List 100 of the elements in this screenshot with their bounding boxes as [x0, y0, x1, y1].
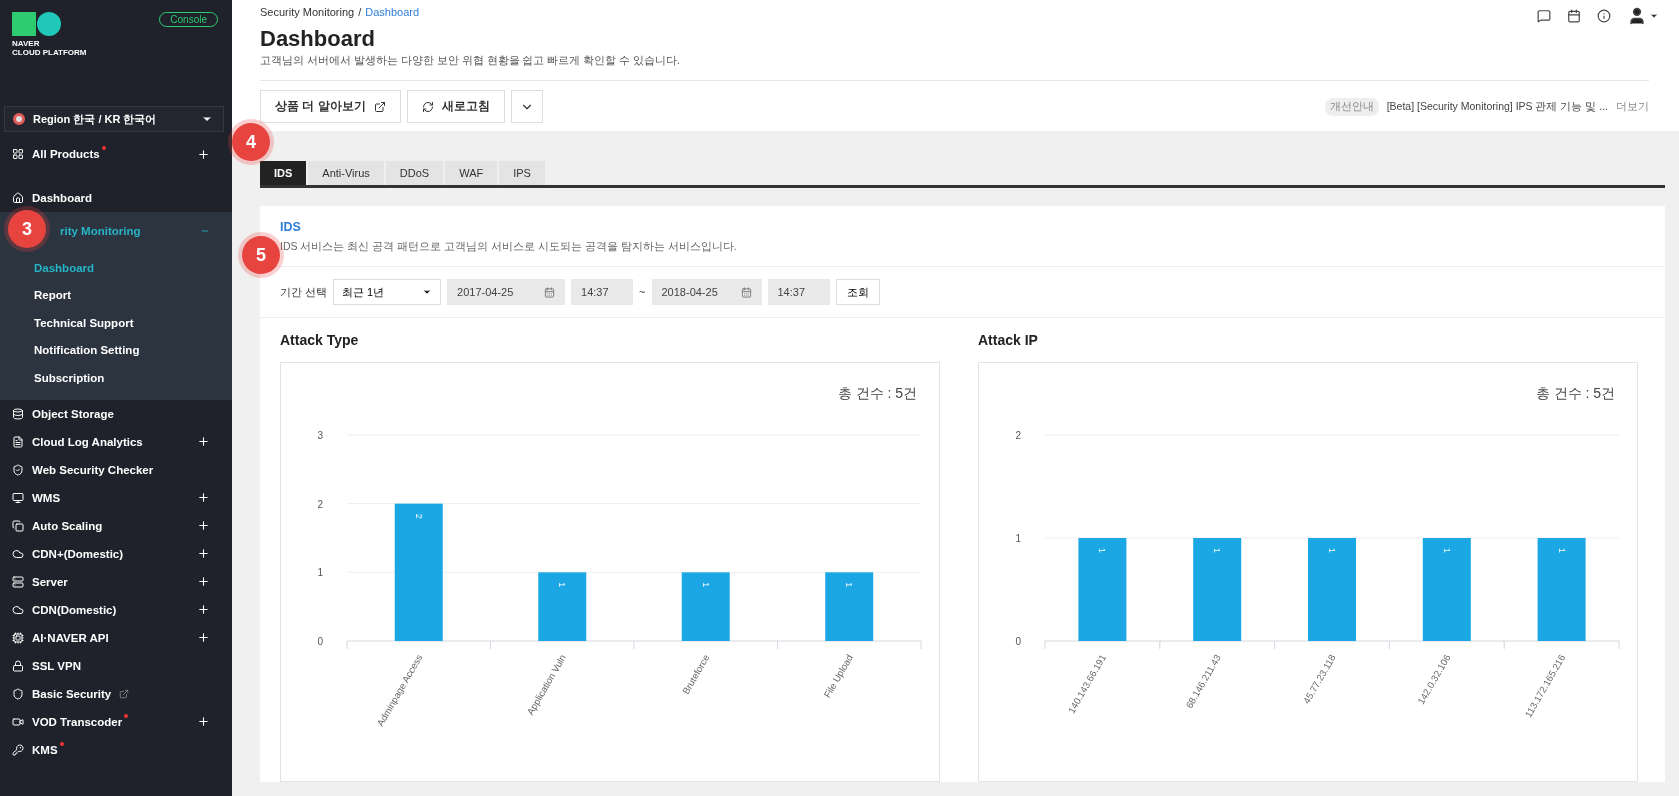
grid-icon [12, 148, 24, 160]
sidebar-item[interactable]: AI·NAVER API [0, 623, 232, 652]
submenu-item[interactable]: Subscription [0, 364, 232, 392]
log-icon [12, 435, 24, 448]
sidebar-label: Auto Scaling [32, 519, 103, 532]
axis-tick-label: 2 [1015, 430, 1021, 441]
sidebar-item[interactable]: CDN+(Domestic) [0, 539, 232, 568]
step-marker: 4 [232, 123, 270, 161]
search-button[interactable]: 조회 [835, 279, 880, 305]
shield-icon [12, 463, 24, 476]
step-marker: 3 [8, 210, 46, 248]
expand-icon [197, 519, 210, 532]
start-date-field[interactable]: 2017-04-25 [447, 279, 566, 305]
bar-value-label: 1 [700, 582, 711, 588]
expand-icon [197, 491, 210, 504]
sidebar-item[interactable]: Cloud Log Analytics [0, 427, 232, 456]
sidebar-label: Basic Security [32, 687, 112, 700]
breadcrumb-link[interactable]: Security Monitoring [260, 6, 355, 18]
caret-icon [422, 287, 433, 297]
axis-tick-label: 1 [317, 567, 323, 579]
cloud-icon [12, 603, 24, 616]
submenu-item[interactable]: Technical Support [0, 309, 232, 337]
sidebar-label: CDN(Domestic) [32, 603, 117, 616]
submenu-item[interactable]: Report [0, 281, 232, 309]
sidebar-item[interactable]: Basic Security [0, 679, 232, 708]
expand-icon [197, 603, 210, 616]
axis-tick-label: 2 [317, 498, 323, 510]
sidebar-item[interactable]: Web Security Checker [0, 455, 232, 484]
sidebar-item[interactable]: Object Storage [0, 399, 232, 428]
calendar-icon [740, 286, 752, 298]
sidebar-label: Object Storage [32, 407, 114, 420]
cloud-icon [12, 547, 24, 560]
chat-icon[interactable] [1537, 9, 1551, 23]
sidebar-label: Dashboard [32, 192, 93, 204]
bar-value-label: 1 [557, 582, 568, 588]
tab[interactable]: DDoS [385, 161, 444, 185]
tab[interactable]: IPS [499, 161, 545, 185]
learn-more-button[interactable]: 상품 더 알아보기 [260, 90, 401, 123]
more-link[interactable]: 더보기 [1616, 99, 1649, 114]
chip-icon [12, 631, 24, 644]
end-date-field[interactable]: 2018-04-25 [651, 279, 762, 305]
calendar-icon[interactable] [1567, 9, 1581, 23]
sidebar-item[interactable]: All Products [0, 140, 232, 168]
sidebar-item[interactable]: Auto Scaling [0, 511, 232, 540]
storage-icon [12, 407, 24, 420]
bar [538, 572, 587, 641]
home-icon [12, 192, 24, 204]
sidebar-item[interactable]: KMS [0, 735, 232, 764]
period-select[interactable]: 최근 1년 [333, 279, 442, 305]
sidebar-item[interactable]: 3 rity Monitoring [0, 212, 232, 250]
lock-icon [12, 659, 24, 672]
sidebar-item[interactable]: WMS [0, 483, 232, 512]
refresh-button[interactable]: 새로고침 [406, 90, 505, 123]
axis-tick-label: 0 [1015, 636, 1021, 647]
section-title: IDS [280, 220, 302, 234]
step-marker: 5 [242, 236, 280, 274]
new-dot-icon [59, 741, 64, 746]
refresh-icon [421, 100, 434, 113]
expand-icon [197, 715, 210, 728]
region-select[interactable]: Region 한국 / KR 한국어 [4, 106, 224, 132]
tab[interactable]: IDS [260, 161, 307, 185]
sidebar-label: KMS [32, 743, 58, 756]
sidebar-item[interactable]: CDN(Domestic) [0, 595, 232, 624]
logo-text: CLOUD PLATFORM [12, 48, 87, 58]
notice-tag: 개선안내 [1324, 97, 1379, 116]
end-time-field[interactable]: 14:37 [767, 279, 830, 305]
submenu-item[interactable]: Dashboard [0, 254, 232, 282]
info-icon[interactable] [1597, 9, 1611, 23]
sidebar-label: All Products [32, 148, 100, 160]
calendar-icon [544, 286, 556, 298]
external-link-icon [119, 688, 130, 699]
user-menu[interactable] [1627, 6, 1659, 26]
sidebar-item[interactable]: SSL VPN [0, 651, 232, 680]
bar-value-label: 1 [1441, 548, 1452, 553]
new-dot-icon [124, 713, 129, 718]
tab[interactable]: Anti-Virus [308, 161, 384, 185]
logo-text: NAVER [12, 40, 41, 49]
sidebar-item[interactable]: Server [0, 567, 232, 596]
sidebar-label: WMS [32, 491, 61, 504]
sidebar-label: Server [32, 575, 68, 588]
user-icon [1627, 6, 1647, 26]
bar-value-label: 1 [1212, 548, 1223, 553]
tab[interactable]: WAF [445, 161, 498, 185]
breadcrumb-link[interactable]: Dashboard [365, 6, 420, 18]
bar-value-label: 1 [844, 582, 855, 588]
bar [825, 572, 874, 641]
logo-icon [12, 12, 62, 36]
submenu-item[interactable]: Notification Setting [0, 336, 232, 364]
sidebar-item[interactable]: VOD Transcoder [0, 707, 232, 736]
sidebar-label: Web Security Checker [32, 463, 154, 476]
expand-icon [197, 575, 210, 588]
axis-tick-label: 3 [317, 430, 323, 441]
server-icon [12, 575, 24, 588]
video-icon [12, 715, 24, 728]
breadcrumb-separator: / [358, 6, 362, 18]
sidebar-item[interactable]: Dashboard [0, 184, 232, 212]
key-icon [12, 743, 24, 756]
page-title: Dashboard [260, 26, 376, 52]
total-count: 총 건수 : 5건 [837, 385, 917, 403]
start-time-field[interactable]: 14:37 [571, 279, 634, 305]
